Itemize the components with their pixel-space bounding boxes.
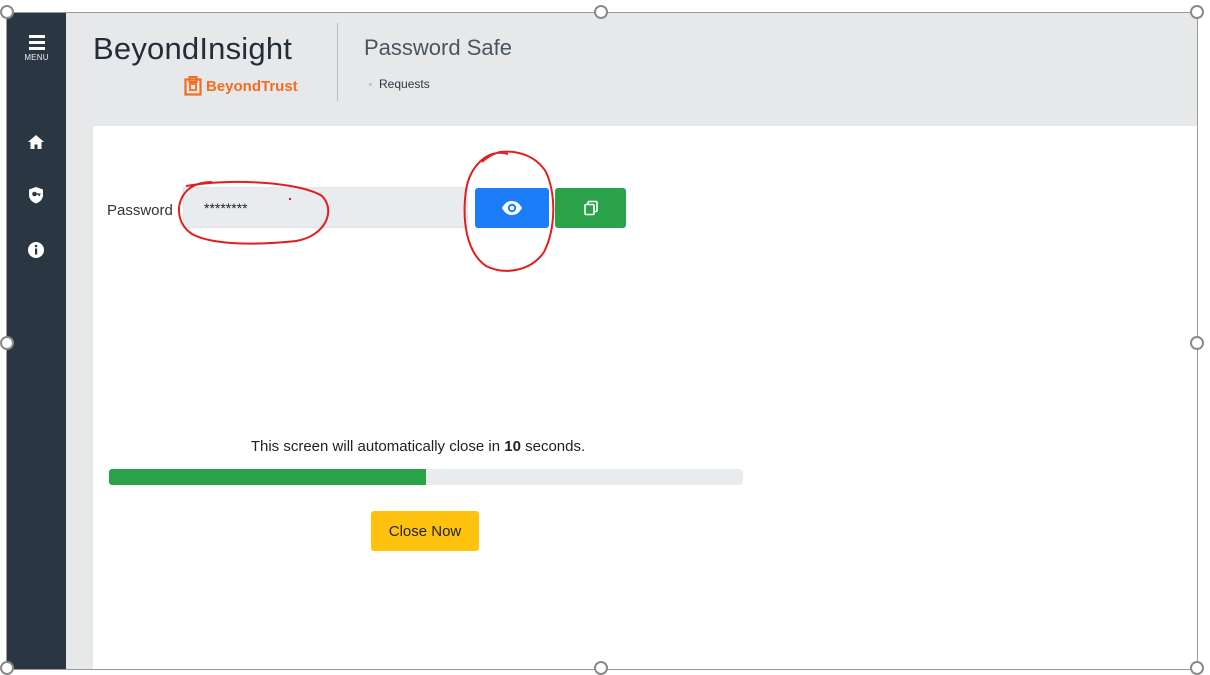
app-title: Password Safe — [364, 35, 512, 60]
resize-handle-bottom-right[interactable] — [1190, 661, 1204, 675]
countdown-suffix: seconds. — [520, 438, 586, 455]
app-window: MENU BeyondInsight BeyondTrust Password … — [7, 13, 1197, 669]
beyondtrust-logo-text: BeyondTrust — [206, 77, 298, 95]
resize-handle-top-center[interactable] — [594, 5, 608, 19]
info-icon[interactable] — [25, 239, 47, 261]
resize-handle-bottom-center[interactable] — [594, 661, 608, 675]
hamburger-icon — [28, 35, 45, 50]
menu-button[interactable]: MENU — [7, 31, 66, 77]
countdown-message: This screen will automatically close in … — [93, 438, 743, 455]
header-divider — [337, 23, 338, 101]
countdown-progress-fill — [109, 469, 426, 485]
password-field[interactable] — [183, 187, 468, 228]
brand-title: BeyondInsight — [93, 31, 293, 66]
home-icon[interactable] — [25, 131, 47, 153]
breadcrumb: Requests — [369, 77, 430, 91]
countdown-prefix: This screen will automatically close in — [250, 438, 505, 455]
beyondtrust-logo-icon — [184, 76, 202, 96]
eye-icon — [502, 201, 522, 215]
countdown-seconds: 10 — [504, 438, 521, 455]
breadcrumb-separator — [369, 82, 372, 86]
copy-password-button[interactable] — [555, 188, 626, 228]
resize-handle-middle-left[interactable] — [0, 336, 14, 350]
shield-key-icon[interactable] — [25, 184, 47, 206]
menu-label: MENU — [24, 53, 49, 62]
beyondtrust-logo: BeyondTrust — [184, 75, 298, 97]
sidebar: MENU — [7, 13, 66, 669]
breadcrumb-requests[interactable]: Requests — [379, 77, 430, 91]
resize-handle-middle-right[interactable] — [1190, 336, 1204, 350]
content-panel: Password This screen will automatically … — [93, 126, 1197, 669]
resize-handle-bottom-left[interactable] — [0, 661, 14, 675]
copy-icon — [583, 200, 598, 216]
close-now-button[interactable]: Close Now — [371, 511, 479, 551]
countdown-progress-bar — [109, 469, 743, 485]
password-label: Password — [107, 202, 173, 219]
reveal-password-button[interactable] — [475, 188, 549, 228]
header: BeyondInsight BeyondTrust Password Safe … — [66, 13, 1197, 123]
resize-handle-top-right[interactable] — [1190, 5, 1204, 19]
resize-handle-top-left[interactable] — [0, 5, 14, 19]
